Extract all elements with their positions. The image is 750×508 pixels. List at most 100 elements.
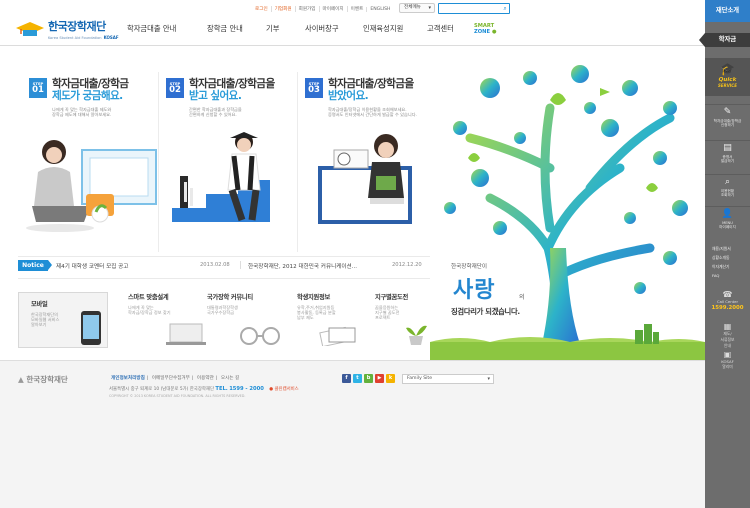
search-icon: ⌕ xyxy=(724,177,731,187)
main-nav: 학자금대출 안내 장학금 안내 기부 사이버창구 인재육성지원 고객센터 xyxy=(127,24,454,38)
util-corporate[interactable]: 기업회원 xyxy=(270,6,295,12)
footer-privacy-link[interactable]: 개인정보처리방침 xyxy=(109,376,147,381)
search-input[interactable] xyxy=(438,3,510,14)
quick-box-mobile[interactable]: 모바일 한국장학재단의 모바일웹 서비스 알아보기 xyxy=(18,292,108,348)
nav-customer[interactable]: 고객센터 xyxy=(427,24,454,38)
student-loan-tab[interactable]: 학자금 xyxy=(699,33,750,47)
notice-date-2: 2012.12.20 xyxy=(392,262,422,268)
quick-kosaf-l2: 알리미 xyxy=(722,364,733,369)
quick-box-student-info[interactable]: 학생지원정보 유학,주거,취업지원등 봉사활동, 등록금 분할 납부 제도 xyxy=(297,292,367,348)
quick-box-mobile-desc3: 알아보기 xyxy=(31,322,47,328)
notice-item-1[interactable]: 제4기 대학생 코멘터 모집 공고 xyxy=(56,262,128,270)
quick-certificate[interactable]: ▤ 증명서 발급하기 xyxy=(705,140,750,163)
util-join[interactable]: 회원가입 xyxy=(294,6,319,12)
quick-docs[interactable]: ▦ 재도/ 서류정보 안내 xyxy=(705,322,750,349)
step1-title[interactable]: 학자금대출/장학금 제도가 궁금해요. xyxy=(52,78,129,102)
step2-title[interactable]: 학자금대출/장학금을 받고 싶어요. xyxy=(189,78,275,102)
foundation-intro-button[interactable]: 재단소개 xyxy=(705,0,750,22)
quick-box-mobile-title: 모바일 xyxy=(31,301,48,308)
step2-illustration xyxy=(172,132,270,222)
quick-link-faq[interactable]: FAQ xyxy=(712,273,719,278)
step2-desc: 간편한 학자금대출과 장학금을 간편하게 신청할 수 있어요. xyxy=(189,107,242,118)
column-divider xyxy=(297,72,298,252)
facebook-icon[interactable]: f xyxy=(342,374,351,383)
step3-title[interactable]: 학자금대출/장학금을 받았어요. xyxy=(328,78,414,102)
youtube-icon[interactable]: ▶ xyxy=(375,374,384,383)
quick-box-community-title: 국가장학 커뮤니티 xyxy=(207,294,253,301)
footer-links: 개인정보처리방침 | 이메일무단수집거부 | 이용약관 | 오시는 길 xyxy=(109,376,241,381)
blog-icon[interactable]: b xyxy=(364,374,373,383)
logo-kosaf: KOSAF xyxy=(103,35,119,40)
quick-box-student-info-desc3: 납부 제도 xyxy=(297,315,314,321)
nav-cyber[interactable]: 사이버창구 xyxy=(305,24,363,38)
step2-desc-line2: 간편하게 신청할 수 있어요. xyxy=(189,112,237,118)
quick-box-dream[interactable]: 지구별꿈도전 꿈을응원하는 지구별 꿈도전 프로젝트 xyxy=(375,292,437,348)
notice-divider xyxy=(240,261,241,269)
nav-scholarship[interactable]: 장학금 안내 xyxy=(207,24,266,38)
apply-icon: ✎ xyxy=(723,107,732,117)
quick-box-community-desc2: 국가우수장학금 xyxy=(207,310,234,316)
quick-box-smart-plan[interactable]: 스마트 맞춤설계 나에게 꼭 맞는 학자금/장학금 정보 찾기 xyxy=(128,292,208,348)
nav-talent[interactable]: 인재육성지원 xyxy=(363,24,427,38)
notice-bottom-divider xyxy=(18,278,430,279)
kakao-icon[interactable]: k xyxy=(386,374,395,383)
site-logo[interactable]: 한국장학재단 Korea Student Aid Foundation KOSAF xyxy=(15,18,119,40)
chat-icon: ▣ xyxy=(723,350,732,359)
notice-badge[interactable]: Notice xyxy=(18,260,48,271)
quick-service-cap-icon: 🎓 xyxy=(720,62,735,76)
quick-status[interactable]: ⌕ 이용현황 조회하기 xyxy=(705,174,750,197)
footer-logo-text: 한국장학재단 xyxy=(26,375,68,384)
step1-num: 01 xyxy=(32,85,44,95)
quick-box-student-info-title: 학생지원정보 xyxy=(297,294,330,301)
step1-desc-line2: 장학금 제도에 대해서 알아보세요. xyxy=(52,112,112,118)
smart-zone-button[interactable]: SMART ZONE ● xyxy=(474,23,504,41)
docs-icon: ▦ xyxy=(723,322,732,331)
util-mypage[interactable]: 마이페이지 xyxy=(318,6,347,12)
util-event[interactable]: 이벤트 xyxy=(346,6,367,12)
nav-loan[interactable]: 학자금대출 안내 xyxy=(127,24,207,38)
notice-arrow-icon xyxy=(48,260,52,270)
quick-link-situation[interactable]: 상황소개동 xyxy=(712,255,729,261)
quick-mypage[interactable]: 👤 MENU 마이페이지 xyxy=(705,206,750,229)
call-center[interactable]: ☎ Call Center 1599.2000 xyxy=(705,290,750,311)
quick-apply[interactable]: ✎ 학자금대출/장학금 신청하기 xyxy=(705,104,750,127)
footer-terms-link[interactable]: 이용약관 xyxy=(195,376,216,381)
step2-title-line2: 받고 싶어요. xyxy=(189,90,242,102)
step3-illustration xyxy=(318,134,412,224)
smart-zone-line2: ZONE xyxy=(474,29,491,35)
util-login[interactable]: 로그인 xyxy=(252,6,271,12)
quick-box-community[interactable]: 국가장학 커뮤니티 대통령과학장학생 국가우수장학금 xyxy=(207,292,287,348)
footer-email-link[interactable]: 이메일무단수집거부 xyxy=(150,376,192,381)
step1-title-line1: 학자금대출/장학금 xyxy=(52,78,129,90)
quick-kosaf-notice[interactable]: ▣ KOSAF 알리미 xyxy=(705,350,750,370)
step2-badge: STEP 02 xyxy=(166,78,184,98)
tree-text-line2: 징검다리가 되겠습니다. xyxy=(451,307,520,316)
step1-title-line2: 제도가 궁금해요. xyxy=(52,90,123,102)
notice-date-1: 2013.02.08 xyxy=(200,262,230,268)
step3-title-line2: 받았어요. xyxy=(328,90,369,102)
quick-status-l2: 조회하기 xyxy=(720,193,735,198)
step3-desc: 학자금대출/장학금 이용현황을 조회해보세요. 증명서도 인터넷에서 간단하게 … xyxy=(328,107,417,118)
family-site-select[interactable]: Family Site xyxy=(402,374,494,384)
phone-icon: ☎ xyxy=(722,290,733,299)
quick-link-calculator[interactable]: 이자계산기 xyxy=(712,264,729,270)
footer-location-link[interactable]: 오시는 길 xyxy=(219,376,241,381)
footer-tel-label: TEL. xyxy=(215,386,228,392)
util-english[interactable]: ENGLISH xyxy=(366,6,393,12)
footer-logo: ▲ 한국장학재단 xyxy=(18,374,68,385)
notice-item-2[interactable]: 한국장학재단, 2012 대한민국 커뮤니케이션... xyxy=(248,262,357,270)
step1-badge: STEP 01 xyxy=(29,78,47,98)
certificate-icon: ▤ xyxy=(723,143,732,153)
search-icon[interactable]: ⌕ xyxy=(501,4,509,13)
step3-title-line1: 학자금대출/장학금을 xyxy=(328,78,414,90)
clean-service-badge[interactable]: ● 클린캠서비스 xyxy=(269,387,298,392)
quick-service-header: 🎓 Quick SERVICE xyxy=(705,58,750,96)
twitter-icon[interactable]: t xyxy=(353,374,362,383)
step1-desc: 나에게 꼭 맞는 학자금대출 제도와 장학금 제도에 대해서 알아보세요. xyxy=(52,107,111,118)
header-divider xyxy=(0,45,705,46)
utility-nav: 로그인 기업회원 회원가입 마이페이지 이벤트 ENGLISH xyxy=(252,4,394,14)
all-menu-select[interactable]: 전체메뉴 xyxy=(399,3,435,13)
smartphone-icon xyxy=(81,311,101,345)
quick-link-recruit[interactable]: 채용/지원서 xyxy=(712,246,731,252)
nav-donation[interactable]: 기부 xyxy=(266,24,305,38)
